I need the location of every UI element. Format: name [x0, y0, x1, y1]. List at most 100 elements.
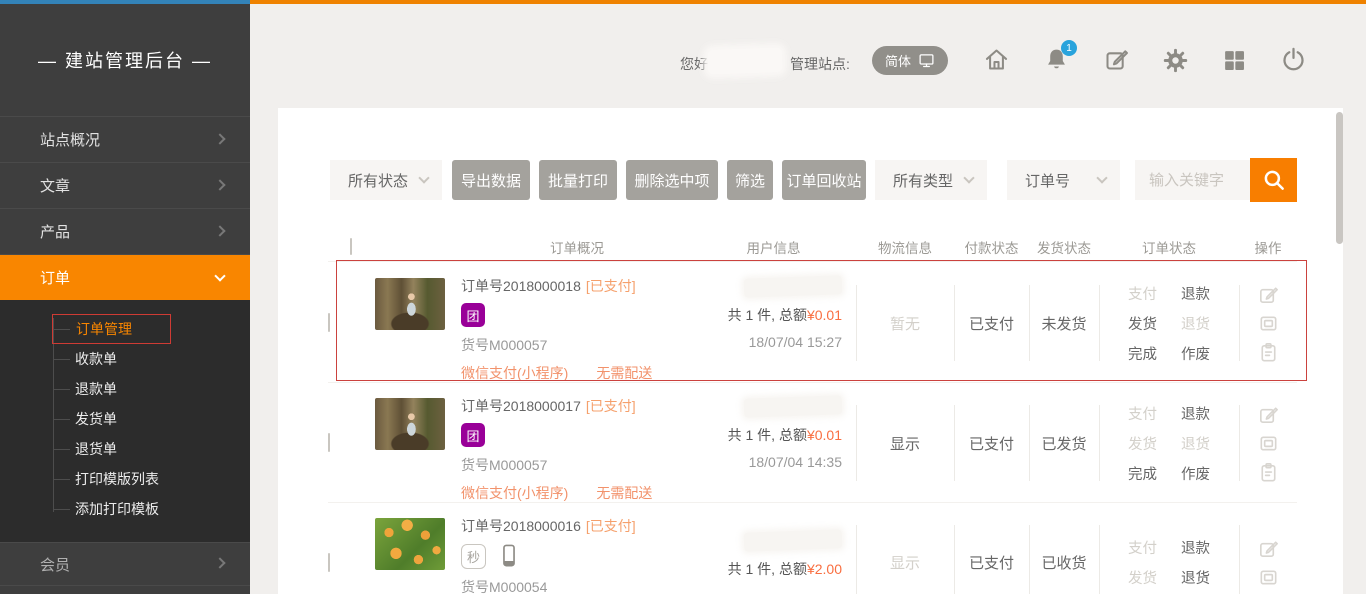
submenu-item-refund-orders[interactable]: 退款单 — [0, 374, 250, 404]
pay-link: 支付 — [1128, 403, 1157, 424]
batch-print-button[interactable]: 批量打印 — [539, 160, 617, 200]
buyer-name-redacted — [744, 275, 843, 297]
sidebar-item-site-overview[interactable]: 站点概况 — [0, 116, 250, 162]
column-header-shipping: 发货状态 — [1029, 237, 1099, 257]
delivery-method: 无需配送 — [596, 483, 652, 503]
logistics-status[interactable]: 显示 — [856, 383, 954, 503]
product-thumbnail[interactable] — [375, 518, 445, 570]
settings-gear-icon[interactable] — [1163, 48, 1188, 73]
return-link[interactable]: 退货 — [1181, 567, 1210, 588]
type-filter-dropdown[interactable]: 所有类型 — [875, 160, 987, 200]
notifications-bell-icon[interactable]: 1 — [1043, 46, 1070, 73]
paid-tag: [已支付] — [586, 278, 636, 294]
sidebar-item-products[interactable]: 产品 — [0, 208, 250, 254]
username-redacted — [708, 48, 783, 75]
return-link: 退货 — [1181, 313, 1210, 334]
order-datetime: 18/07/04 14:35 — [749, 454, 842, 470]
refund-link[interactable]: 退款 — [1181, 537, 1210, 558]
search-input[interactable] — [1135, 160, 1250, 200]
logout-power-icon[interactable] — [1280, 46, 1307, 73]
shipping-status: 未发货 — [1029, 263, 1099, 383]
chevron-down-icon — [214, 270, 225, 281]
item-count: 共 1 件, 总额 — [728, 427, 807, 443]
refund-link[interactable]: 退款 — [1181, 283, 1210, 304]
order-recycle-bin-button[interactable]: 订单回收站 — [782, 160, 866, 200]
edit-order-icon[interactable] — [1257, 283, 1280, 306]
buyer-name-redacted — [744, 529, 843, 551]
language-button[interactable]: 简体 — [872, 46, 948, 75]
row-checkbox[interactable] — [328, 433, 330, 452]
vertical-scrollbar-thumb[interactable] — [1336, 112, 1343, 244]
status-filter-dropdown[interactable]: 所有状态 — [330, 160, 442, 200]
print-order-icon[interactable] — [1257, 432, 1280, 455]
print-order-icon[interactable] — [1257, 312, 1280, 335]
column-header-actions: 操作 — [1239, 237, 1297, 257]
order-number[interactable]: 订单号2018000017 — [461, 398, 581, 414]
delete-selected-button[interactable]: 删除选中项 — [626, 160, 718, 200]
submenu-item-order-management[interactable]: 订单管理 — [0, 314, 250, 344]
item-count: 共 1 件, 总额 — [728, 561, 807, 577]
product-thumbnail[interactable] — [375, 398, 445, 450]
sidebar: — 建站管理后台 — 站点概况 文章 产品 订单 订单管理 收款单 退款单 发货… — [0, 4, 250, 594]
shipping-status: 已收货 — [1029, 503, 1099, 594]
filter-button[interactable]: 筛选 — [727, 160, 773, 200]
payment-status: 已支付 — [954, 383, 1029, 503]
row-checkbox[interactable] — [328, 553, 330, 572]
chevron-down-icon — [963, 172, 974, 183]
ship-link[interactable]: 发货 — [1128, 313, 1157, 334]
notification-badge: 1 — [1061, 40, 1077, 56]
submenu-item-shipping-orders[interactable]: 发货单 — [0, 404, 250, 434]
monitor-icon — [918, 52, 935, 69]
chevron-right-icon — [214, 133, 225, 144]
payment-method: 微信支付(小程序) — [461, 483, 568, 503]
orders-submenu: 订单管理 收款单 退款单 发货单 退货单 打印模版列表 添加打印模板 — [0, 300, 250, 542]
select-all-checkbox[interactable] — [350, 238, 352, 255]
submenu-item-return-orders[interactable]: 退货单 — [0, 434, 250, 464]
sidebar-item-members[interactable]: 会员 — [0, 542, 250, 586]
group-buy-badge: 团 — [461, 423, 485, 447]
status-filter-value: 所有状态 — [348, 170, 408, 191]
home-icon[interactable] — [983, 46, 1010, 73]
chevron-right-icon — [214, 179, 225, 190]
row-checkbox[interactable] — [328, 313, 330, 332]
copy-order-icon[interactable] — [1257, 341, 1280, 364]
copy-order-icon[interactable] — [1257, 461, 1280, 484]
logistics-status: 显示 — [856, 503, 954, 594]
refund-link[interactable]: 退款 — [1181, 403, 1210, 424]
chevron-down-icon — [1096, 172, 1107, 183]
order-rows: 订单号2018000018 [已支付] 团 货号M000057 微信支付(小程序)… — [328, 263, 1297, 594]
column-header-overview: 订单概况 — [373, 237, 691, 257]
group-buy-badge: 团 — [461, 303, 485, 327]
void-link[interactable]: 作废 — [1181, 343, 1210, 364]
order-number[interactable]: 订单号2018000016 — [461, 518, 581, 534]
app-title: — 建站管理后台 — — [0, 4, 250, 116]
order-row: 订单号2018000016[已支付] 秒 货号M000054 — [328, 503, 1297, 594]
search-field-dropdown[interactable]: 订单号 — [1007, 160, 1120, 200]
search-button[interactable] — [1250, 158, 1297, 202]
void-link[interactable]: 作废 — [1181, 463, 1210, 484]
edit-icon[interactable] — [1103, 46, 1130, 73]
product-thumbnail[interactable] — [375, 278, 445, 330]
manage-site-label: 管理站点: — [790, 54, 850, 74]
submenu-item-receipts[interactable]: 收款单 — [0, 344, 250, 374]
print-order-icon[interactable] — [1257, 566, 1280, 589]
complete-link[interactable]: 完成 — [1128, 343, 1157, 364]
edit-order-icon[interactable] — [1257, 537, 1280, 560]
export-data-button[interactable]: 导出数据 — [452, 160, 530, 200]
order-number[interactable]: 订单号2018000018 — [461, 278, 581, 294]
sidebar-item-articles[interactable]: 文章 — [0, 162, 250, 208]
sidebar-item-orders[interactable]: 订单 — [0, 254, 250, 300]
complete-link[interactable]: 完成 — [1128, 463, 1157, 484]
logistics-status: 暂无 — [856, 263, 954, 383]
item-number: 货号M000057 — [461, 455, 652, 475]
edit-order-icon[interactable] — [1257, 403, 1280, 426]
order-amount: ¥2.00 — [807, 561, 842, 577]
chevron-down-icon — [418, 172, 429, 183]
submenu-item-label: 退款单 — [75, 379, 117, 399]
sidebar-item-label: 订单 — [40, 267, 70, 288]
sidebar-item-label: 会员 — [40, 554, 70, 575]
submenu-item-print-template-list[interactable]: 打印模版列表 — [0, 464, 250, 494]
submenu-item-add-print-template[interactable]: 添加打印模板 — [0, 494, 250, 524]
apps-grid-icon[interactable] — [1222, 48, 1247, 73]
payment-status: 已支付 — [954, 263, 1029, 383]
